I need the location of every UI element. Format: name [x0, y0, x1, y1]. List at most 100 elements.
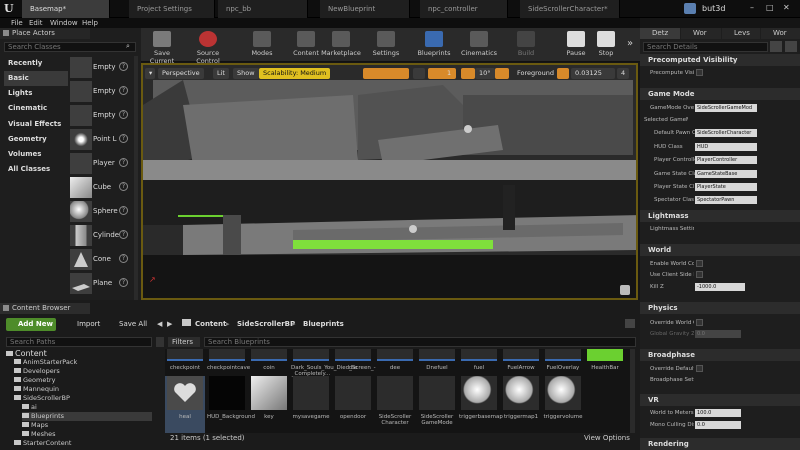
rotation-snap-button[interactable] [461, 68, 475, 79]
doc-tab-sidescroller-character[interactable]: SideScrollerCharacter* [520, 0, 620, 18]
section-precomputed-visibility[interactable]: Precomputed Visibility [640, 54, 800, 66]
perspective-button[interactable]: Perspective [158, 68, 204, 79]
save-current-button[interactable]: Save Current [141, 28, 183, 65]
lit-button[interactable]: Lit [213, 68, 229, 79]
category-cinematic[interactable]: Cinematic [4, 101, 68, 116]
doc-tab-basemap[interactable]: Basemap* [22, 0, 110, 18]
filters-button[interactable]: Filters [168, 337, 200, 347]
camera-speed-value[interactable]: 4 [617, 68, 630, 79]
actor-item[interactable]: Empty? [70, 80, 132, 103]
prop-checkbox[interactable] [696, 319, 703, 326]
chevron-right-icon[interactable]: » [627, 38, 633, 49]
actor-item[interactable]: Cone? [70, 248, 132, 271]
help-icon[interactable]: ? [119, 206, 128, 215]
player-state-dropdown[interactable]: PlayerState [695, 183, 757, 191]
doc-tab-npc-controller[interactable]: npc_controller [420, 0, 508, 18]
actor-item[interactable]: Point L? [70, 128, 132, 151]
tree-item-meshes[interactable]: Meshes [22, 430, 170, 439]
breadcrumb-blueprints[interactable]: Blueprints [303, 320, 344, 328]
view-options-eye-icon[interactable] [770, 41, 782, 52]
marketplace-button[interactable]: Marketplace [321, 28, 361, 62]
section-vr[interactable]: VR [640, 394, 800, 406]
asset-tile[interactable]: triggerbasemap [459, 376, 503, 433]
menu-file[interactable]: File [11, 18, 23, 28]
search-details-input[interactable]: Search Details [643, 42, 768, 52]
menu-window[interactable]: Window [50, 18, 78, 28]
tree-item-sidescrollerbp[interactable]: SideScrollerBP [14, 394, 162, 403]
help-icon[interactable]: ? [119, 110, 128, 119]
blueprints-button[interactable]: Blueprints [415, 28, 453, 62]
layer-dropdown[interactable]: Foreground [513, 68, 554, 79]
tree-item-content[interactable]: Content [6, 349, 154, 358]
category-all-classes[interactable]: All Classes [4, 162, 68, 177]
rotation-snap-value[interactable]: 10° [475, 68, 495, 79]
modes-button[interactable]: Modes [245, 28, 279, 62]
asset-tile[interactable]: SideScroller GameMode [417, 376, 457, 433]
category-volumes[interactable]: Volumes [4, 147, 68, 162]
help-icon[interactable]: ? [119, 278, 128, 287]
help-icon[interactable]: ? [119, 182, 128, 191]
view-options-button[interactable]: View Options [584, 434, 630, 442]
search-classes-input[interactable]: Search Classes [4, 42, 136, 52]
spectator-class-dropdown[interactable]: SpectatorPawn [695, 196, 757, 204]
actor-item[interactable]: Cube? [70, 176, 132, 199]
asset-tile[interactable]: key [249, 376, 289, 433]
prop-checkbox[interactable] [696, 365, 703, 372]
scale-snap-value[interactable]: 0.03125 [571, 68, 606, 79]
add-new-button[interactable]: Add New [6, 318, 56, 331]
hud-class-dropdown[interactable]: HUD [695, 143, 757, 151]
maximize-viewport-icon[interactable] [620, 285, 630, 295]
asset-tile[interactable]: mysavegame [291, 376, 331, 433]
asset-tile[interactable]: triggermap1 [501, 376, 541, 433]
save-all-button[interactable]: Save All [107, 318, 147, 331]
world-to-meters-input[interactable]: 100.0 [695, 409, 741, 417]
settings-button[interactable]: Settings [369, 28, 403, 62]
actor-item[interactable]: Empty? [70, 56, 132, 79]
tree-item-geometry[interactable]: Geometry [14, 376, 162, 385]
content-browser-tab[interactable]: Content Browser [0, 303, 90, 314]
tree-item-maps[interactable]: Maps [22, 421, 170, 430]
category-basic[interactable]: Basic [4, 71, 68, 86]
camera-speed-icon[interactable] [603, 68, 615, 79]
tree-item-developers[interactable]: Developers [14, 367, 162, 376]
menu-help[interactable]: Help [82, 18, 98, 28]
nav-back-icon[interactable]: ◀ [157, 320, 162, 328]
doc-tab-npc-bb[interactable]: npc_bb [218, 0, 308, 18]
section-lightmass[interactable]: Lightmass [640, 210, 800, 222]
property-matrix-icon[interactable] [785, 41, 797, 52]
tree-item-blueprints[interactable]: Blueprints [22, 412, 152, 421]
scalability-button[interactable]: Scalability: Medium [259, 68, 331, 79]
close-icon[interactable]: ✕ [783, 3, 790, 12]
maximize-icon[interactable]: □ [766, 3, 774, 12]
tab-levels[interactable]: Levs [722, 28, 760, 39]
category-geometry[interactable]: Geometry [4, 132, 68, 147]
game-state-dropdown[interactable]: GameStateBase [695, 170, 757, 178]
actor-item[interactable]: Sphere? [70, 200, 132, 223]
lock-icon[interactable] [625, 319, 635, 328]
pause-button[interactable]: Pause [561, 28, 591, 62]
help-icon[interactable]: ? [119, 230, 128, 239]
default-pawn-dropdown[interactable]: SideScrollerCharacter [695, 129, 757, 137]
mono-culling-input[interactable]: 0.0 [695, 421, 741, 429]
section-game-mode[interactable]: Game Mode [640, 88, 800, 100]
show-button[interactable]: Show [233, 68, 259, 79]
help-icon[interactable]: ? [119, 158, 128, 167]
source-control-button[interactable]: Source Control [185, 28, 231, 65]
actors-scrollbar[interactable] [134, 56, 138, 300]
asset-scrollbar[interactable] [630, 349, 635, 433]
asset-tile[interactable]: opendoor [333, 376, 373, 433]
section-broadphase[interactable]: Broadphase [640, 349, 800, 361]
cinematics-button[interactable]: Cinematics [459, 28, 499, 62]
surface-snap-button[interactable] [413, 68, 425, 79]
tree-item-ai[interactable]: ai [22, 403, 170, 412]
content-button[interactable]: Content [289, 28, 323, 62]
help-icon[interactable]: ? [119, 62, 128, 71]
menu-edit[interactable]: Edit [29, 18, 43, 28]
help-icon[interactable]: ? [119, 86, 128, 95]
import-button[interactable]: Import [66, 318, 100, 331]
player-controller-dropdown[interactable]: PlayerController [695, 156, 757, 164]
prop-checkbox[interactable] [696, 260, 703, 267]
minimize-icon[interactable]: – [750, 3, 754, 12]
kill-z-input[interactable]: -1000.0 [695, 283, 745, 291]
help-icon[interactable]: ? [119, 254, 128, 263]
